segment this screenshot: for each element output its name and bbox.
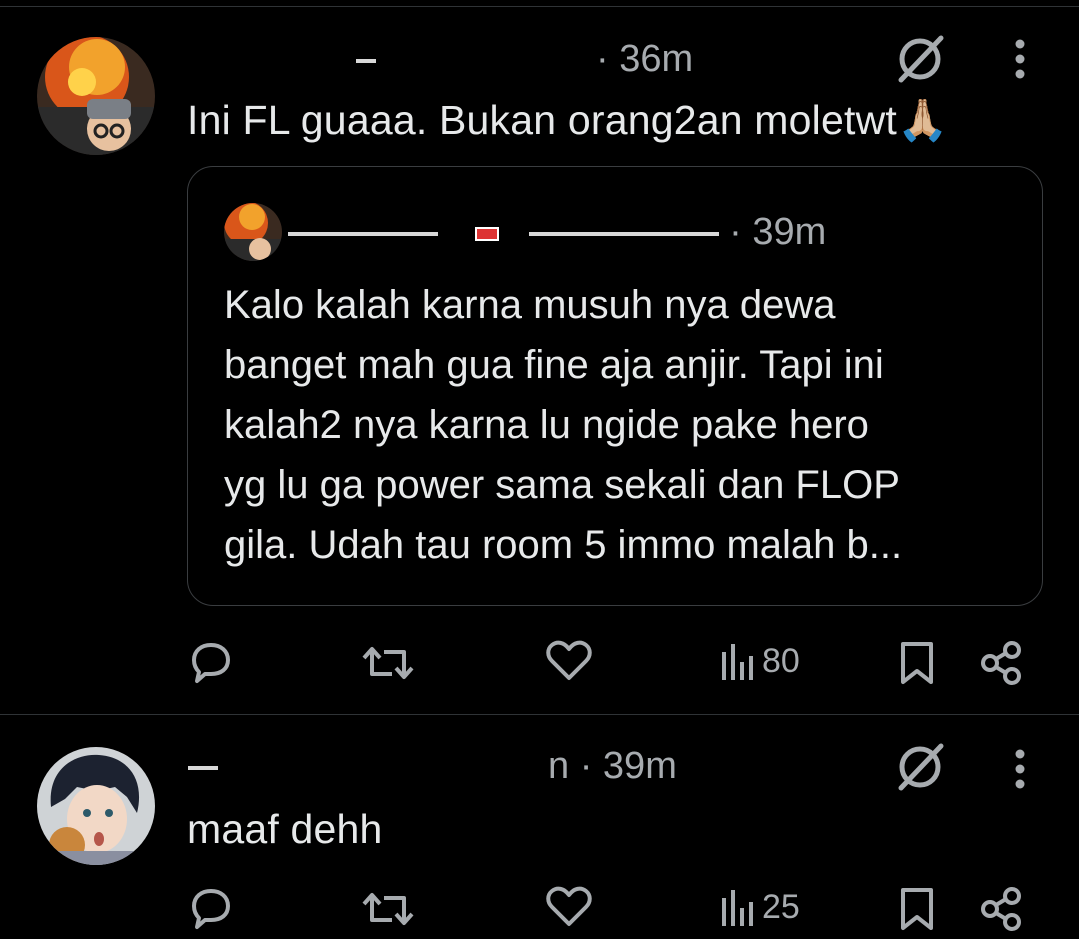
like-icon: [546, 886, 592, 926]
more-icon[interactable]: [1010, 30, 1030, 90]
repost-icon: [362, 893, 414, 925]
tweet-header: · 36m: [356, 38, 693, 81]
tweet-header: n · 39m: [188, 745, 677, 788]
reply-button[interactable]: [188, 640, 234, 686]
time-separator: ·: [596, 38, 609, 80]
grok-icon[interactable]: [893, 740, 947, 794]
share-icon: [981, 641, 1021, 685]
views-icon: [722, 644, 753, 680]
bookmark-button[interactable]: [898, 886, 936, 932]
views-button[interactable]: 80: [720, 640, 800, 682]
share-button[interactable]: [978, 640, 1024, 686]
quoted-text: Kalo kalah karna musuh nya dewa banget m…: [224, 275, 1014, 575]
like-button[interactable]: [546, 640, 592, 682]
timestamp[interactable]: 36m: [619, 38, 693, 80]
share-icon: [981, 887, 1021, 931]
grok-icon[interactable]: [893, 32, 947, 86]
reply-icon: [192, 889, 230, 929]
tweet-text-body: Ini FL guaaa. Bukan orang2an moletwt: [187, 97, 897, 143]
quoted-avatar: [224, 203, 282, 261]
like-button[interactable]: [546, 886, 592, 928]
quoted-line: gila. Udah tau room 5 immo malah b...: [224, 523, 903, 567]
redacted-handle: [529, 231, 720, 236]
quoted-line: Kalo kalah karna musuh nya dewa: [224, 283, 836, 327]
redacted-name: [356, 58, 376, 63]
bookmark-button[interactable]: [898, 640, 936, 686]
top-divider: [0, 6, 1079, 7]
repost-button[interactable]: [362, 640, 414, 686]
handle-fragment: n: [548, 745, 570, 787]
quoted-line: yg lu ga power sama sekali dan FLOP: [224, 463, 900, 507]
pray-emoji: 🙏🏼: [896, 97, 949, 143]
flag-badge: [474, 226, 499, 241]
quoted-line: banget mah gua fine aja anjir. Tapi ini: [224, 343, 884, 387]
quoted-header: · 39m: [288, 211, 826, 254]
timestamp[interactable]: 39m: [603, 745, 677, 787]
reply-button[interactable]: [188, 886, 234, 932]
views-count: 80: [762, 641, 800, 680]
avatar[interactable]: [37, 37, 155, 155]
quoted-line: kalah2 nya karna lu ngide pake hero: [224, 403, 869, 447]
share-button[interactable]: [978, 886, 1024, 932]
like-icon: [546, 640, 592, 680]
bookmark-icon: [901, 888, 933, 930]
quoted-timestamp: 39m: [752, 211, 827, 253]
views-button[interactable]: 25: [720, 886, 800, 928]
reply-icon: [192, 643, 230, 683]
tweet-text: Ini FL guaaa. Bukan orang2an moletwt🙏🏼: [187, 97, 948, 145]
more-icon[interactable]: [1010, 740, 1030, 800]
redacted-name: [188, 765, 218, 770]
repost-button[interactable]: [362, 886, 414, 932]
redacted-name: [288, 231, 438, 236]
views-icon: [722, 890, 753, 926]
tweet-divider: [0, 714, 1079, 715]
tweet-text: maaf dehh: [187, 806, 383, 852]
avatar[interactable]: [37, 747, 155, 865]
quoted-tweet[interactable]: · 39m Kalo kalah karna musuh nya dewa ba…: [187, 166, 1043, 606]
bookmark-icon: [901, 642, 933, 684]
repost-icon: [362, 647, 414, 679]
views-count: 25: [762, 887, 800, 926]
